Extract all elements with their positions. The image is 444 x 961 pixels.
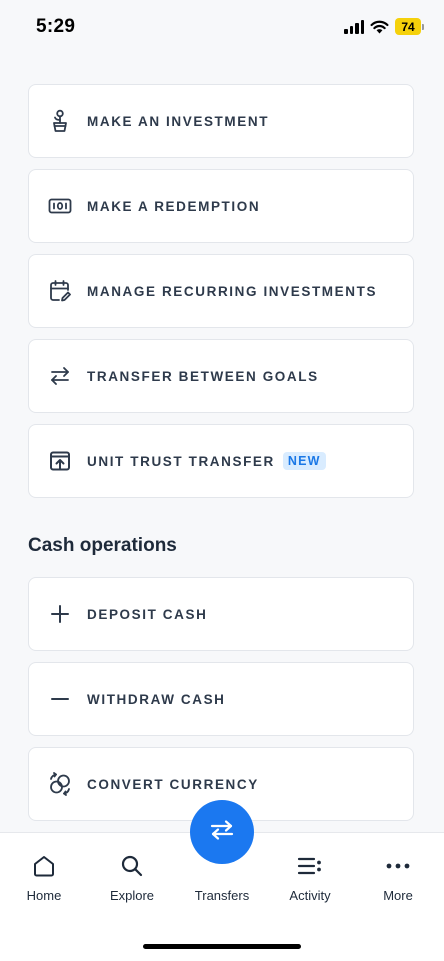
tab-activity[interactable]: Activity xyxy=(266,833,354,913)
unit-trust-transfer-button[interactable]: UNIT TRUST TRANSFER NEW xyxy=(28,424,414,498)
transfer-fab-button[interactable] xyxy=(190,800,254,864)
cash-note-icon xyxy=(47,193,73,219)
deposit-cash-label: DEPOSIT CASH xyxy=(87,606,208,622)
transfer-between-goals-button[interactable]: TRANSFER BETWEEN GOALS xyxy=(28,339,414,413)
status-time: 5:29 xyxy=(36,16,76,37)
make-redemption-label: MAKE A REDEMPTION xyxy=(87,198,261,214)
make-investment-button[interactable]: MAKE AN INVESTMENT xyxy=(28,84,414,158)
more-dots-icon xyxy=(386,853,410,879)
new-badge: NEW xyxy=(282,452,326,470)
battery-icon: 74 xyxy=(395,18,424,35)
list-icon xyxy=(297,853,323,879)
make-investment-label: MAKE AN INVESTMENT xyxy=(87,113,270,129)
cash-operations-title: Cash operations xyxy=(28,535,177,556)
tab-more-label: More xyxy=(383,888,413,903)
home-icon xyxy=(32,853,56,879)
tab-transfers-label: Transfers xyxy=(194,888,250,903)
unit-trust-transfer-label: UNIT TRUST TRANSFER xyxy=(87,453,275,469)
convert-currency-label: CONVERT CURRENCY xyxy=(87,776,259,792)
minus-icon xyxy=(47,686,73,712)
plus-icon xyxy=(47,601,73,627)
withdraw-cash-label: WITHDRAW CASH xyxy=(87,691,226,707)
search-icon xyxy=(120,853,144,879)
calendar-edit-icon xyxy=(47,278,73,304)
tab-home[interactable]: Home xyxy=(0,833,88,913)
tab-more[interactable]: More xyxy=(354,833,442,913)
tab-explore[interactable]: Explore xyxy=(88,833,176,913)
deposit-cash-button[interactable]: DEPOSIT CASH xyxy=(28,577,414,651)
battery-level: 74 xyxy=(395,18,421,35)
manage-recurring-investments-button[interactable]: MANAGE RECURRING INVESTMENTS xyxy=(28,254,414,328)
transfer-between-goals-label: TRANSFER BETWEEN GOALS xyxy=(87,368,319,384)
wifi-icon xyxy=(370,20,389,33)
make-redemption-button[interactable]: MAKE A REDEMPTION xyxy=(28,169,414,243)
tab-activity-label: Activity xyxy=(289,888,331,903)
cellular-signal-icon xyxy=(344,19,364,34)
home-indicator xyxy=(143,944,301,949)
tab-explore-label: Explore xyxy=(109,888,155,903)
upload-box-icon xyxy=(47,448,73,474)
swap-arrows-icon xyxy=(47,363,73,389)
tab-home-label: Home xyxy=(26,888,62,903)
withdraw-cash-button[interactable]: WITHDRAW CASH xyxy=(28,662,414,736)
currency-exchange-icon xyxy=(47,771,73,797)
status-icons: 74 xyxy=(344,18,424,35)
status-bar: 5:29 74 xyxy=(0,0,444,56)
manage-recurring-investments-label: MANAGE RECURRING INVESTMENTS xyxy=(87,283,378,299)
plant-pot-icon xyxy=(47,108,73,134)
transfer-icon xyxy=(209,819,235,846)
